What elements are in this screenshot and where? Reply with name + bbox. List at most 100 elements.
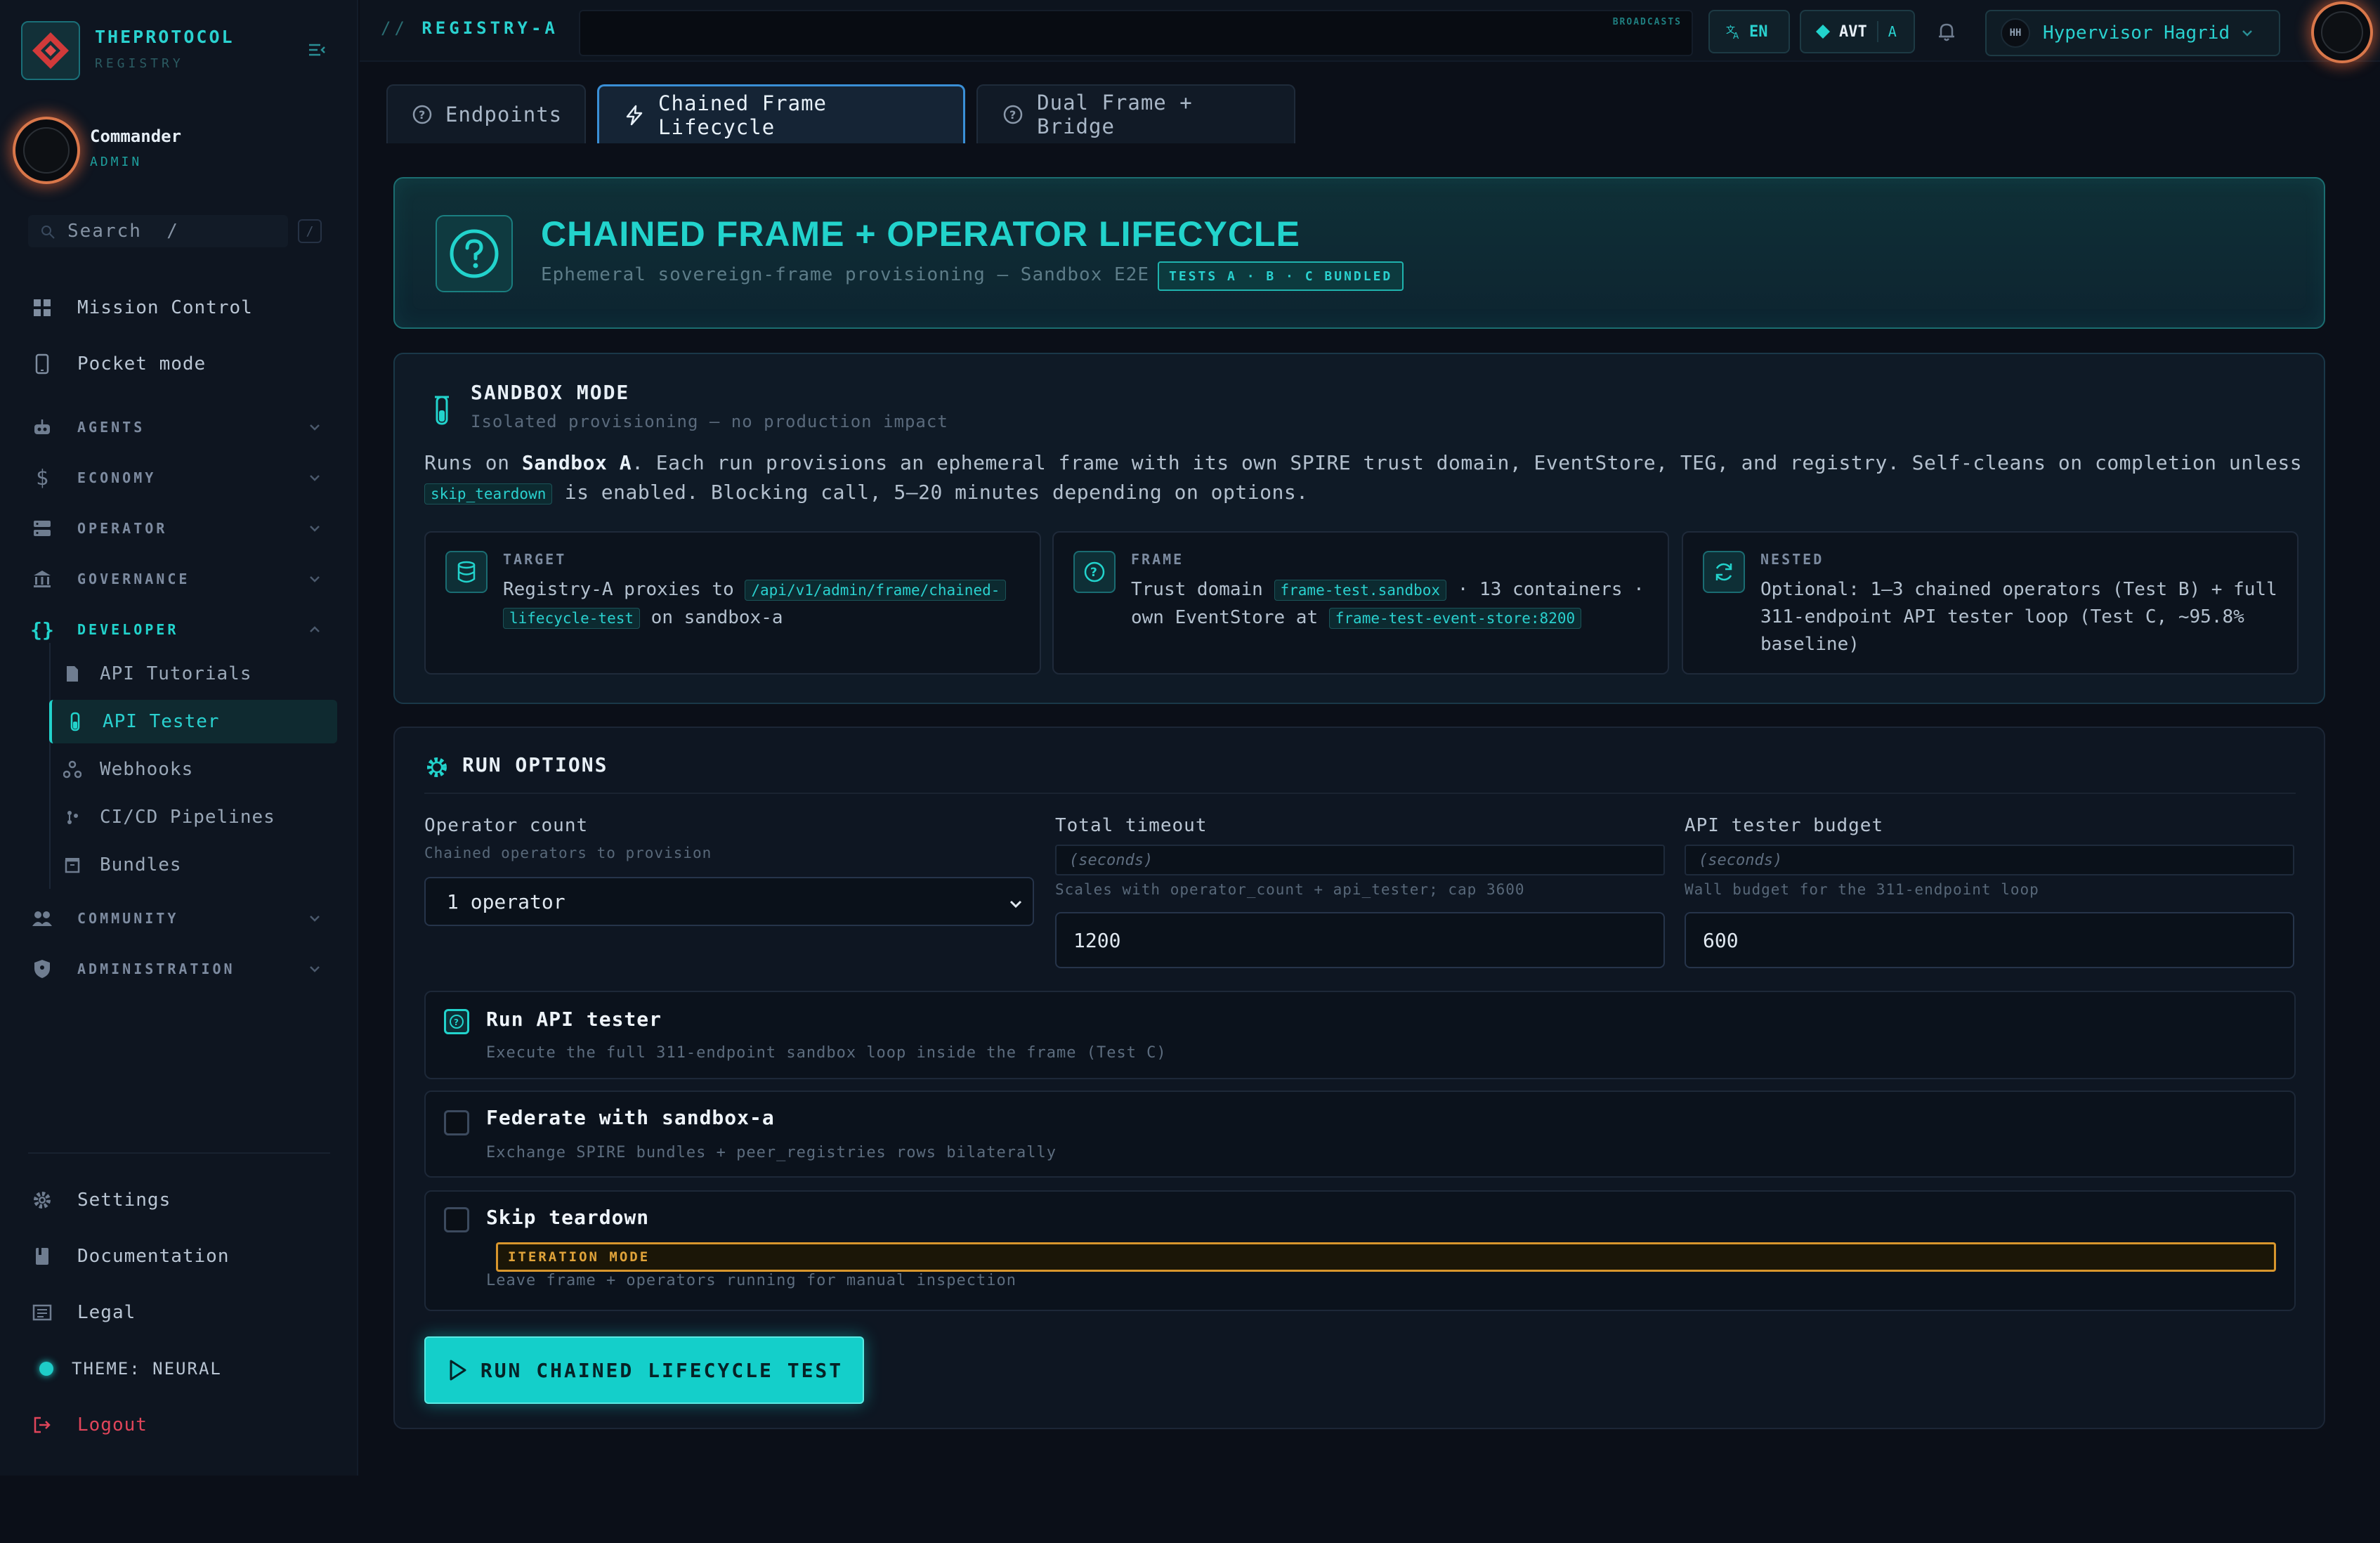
section-agents[interactable]: AGENTS bbox=[28, 410, 323, 445]
card-heading: NESTED bbox=[1760, 551, 1824, 568]
grid-icon bbox=[28, 294, 56, 322]
nav-api-tester[interactable]: API Tester bbox=[49, 700, 337, 743]
search-input[interactable] bbox=[67, 215, 278, 247]
brand-subtitle: REGISTRY bbox=[95, 56, 184, 71]
nav-label: Mission Control bbox=[77, 297, 253, 318]
svg-text:?: ? bbox=[1009, 108, 1016, 122]
refresh-icon bbox=[1703, 551, 1745, 593]
nav-label: Logout bbox=[77, 1414, 148, 1435]
brand-name: THEPROTOCOL bbox=[95, 27, 235, 47]
card-text: Optional: 1–3 chained operators (Test B)… bbox=[1760, 579, 2277, 655]
budget-label: API tester budget bbox=[1685, 815, 1884, 836]
currency-selector[interactable]: AVT A bbox=[1800, 10, 1915, 53]
section-label: OPERATOR bbox=[77, 520, 168, 537]
option-skip-teardown[interactable]: Skip teardown ITERATION MODE Leave frame… bbox=[424, 1190, 2296, 1311]
user-avatar[interactable] bbox=[13, 117, 80, 184]
section-label: COMMUNITY bbox=[77, 910, 179, 927]
dollar-icon: $ bbox=[35, 465, 49, 490]
collapse-sidebar-icon[interactable] bbox=[306, 39, 327, 60]
breadcrumb: // REGISTRY-A bbox=[381, 18, 558, 38]
option-run-api-tester[interactable]: ? Run API tester Execute the full 311-en… bbox=[424, 991, 2296, 1079]
tab-endpoints[interactable]: ? Endpoints bbox=[386, 84, 586, 143]
nav-bundles[interactable]: Bundles bbox=[49, 843, 337, 887]
section-administration[interactable]: ADMINISTRATION bbox=[28, 951, 323, 987]
braces-icon: {} bbox=[30, 618, 54, 642]
section-developer[interactable]: {} DEVELOPER bbox=[28, 612, 323, 647]
sidebar-divider bbox=[28, 1152, 330, 1154]
nav-webhooks[interactable]: Webhooks bbox=[49, 748, 337, 791]
option-title: Skip teardown bbox=[486, 1206, 650, 1229]
currency-sub-label: A bbox=[1888, 23, 1897, 40]
broadcasts-label: BROADCASTS bbox=[1612, 17, 1682, 27]
bell-icon[interactable] bbox=[1935, 20, 1959, 44]
theme-label: THEME: NEURAL bbox=[72, 1359, 222, 1379]
tab-chained-frame-lifecycle[interactable]: Chained Frame Lifecycle bbox=[597, 84, 965, 143]
operator-count-hint: Chained operators to provision bbox=[424, 845, 712, 861]
nav-pocket-mode[interactable]: Pocket mode bbox=[28, 343, 330, 385]
budget-input[interactable]: 600 bbox=[1685, 912, 2294, 968]
option-federate-sandbox[interactable]: Federate with sandbox-a Exchange SPIRE b… bbox=[424, 1090, 2296, 1178]
lightning-icon bbox=[623, 103, 646, 127]
nav-label: Documentation bbox=[77, 1246, 230, 1267]
diamond-icon bbox=[1816, 25, 1830, 39]
operator-count-select[interactable]: 1 operator bbox=[424, 877, 1034, 926]
nav-documentation[interactable]: Documentation bbox=[28, 1235, 330, 1277]
section-governance[interactable]: GOVERNANCE bbox=[28, 561, 323, 597]
user-menu-name: Hypervisor Hagrid bbox=[2043, 22, 2230, 44]
theme-toggle[interactable]: THEME: NEURAL bbox=[28, 1348, 330, 1390]
chevron-down-icon bbox=[310, 526, 320, 532]
section-community[interactable]: COMMUNITY bbox=[28, 901, 323, 936]
timeout-input[interactable]: 1200 bbox=[1055, 912, 1665, 968]
logout-button[interactable]: Logout bbox=[28, 1404, 330, 1446]
section-economy[interactable]: $ ECONOMY bbox=[28, 460, 323, 495]
language-label: EN bbox=[1749, 22, 1768, 41]
tab-dual-frame-bridge[interactable]: ? Dual Frame + Bridge bbox=[976, 84, 1295, 143]
user-menu[interactable]: HH Hypervisor Hagrid bbox=[1985, 10, 2280, 56]
logo[interactable] bbox=[21, 21, 80, 80]
search-shortcut-key: / bbox=[298, 219, 322, 243]
nav-cicd-pipelines[interactable]: CI/CD Pipelines bbox=[49, 795, 337, 839]
budget-unit-field[interactable]: (seconds) bbox=[1685, 845, 2294, 875]
nav-api-tutorials[interactable]: API Tutorials bbox=[49, 652, 337, 696]
nav-label: API Tester bbox=[103, 711, 220, 732]
sidebar: THEPROTOCOL REGISTRY Commander ADMIN / M… bbox=[0, 0, 358, 1476]
chevron-down-icon bbox=[310, 916, 320, 922]
nav-mission-control[interactable]: Mission Control bbox=[28, 287, 330, 329]
tab-label: Dual Frame + Bridge bbox=[1037, 91, 1193, 138]
shield-icon bbox=[28, 955, 56, 983]
tab-label: Chained Frame Lifecycle bbox=[658, 91, 828, 139]
card-heading: TARGET bbox=[503, 551, 567, 568]
checkbox-skip-teardown[interactable] bbox=[444, 1207, 469, 1232]
help-circle-icon: ? bbox=[1002, 103, 1024, 126]
budget-hint: Wall budget for the 311-endpoint loop bbox=[1685, 881, 2039, 898]
logout-icon bbox=[28, 1411, 56, 1439]
nav-label: Bundles bbox=[100, 854, 182, 875]
flask-icon bbox=[435, 396, 449, 425]
phone-icon bbox=[28, 350, 56, 378]
timeout-unit-field[interactable]: (seconds) bbox=[1055, 845, 1665, 875]
chevron-down-icon bbox=[310, 424, 320, 431]
user-role: ADMIN bbox=[90, 155, 143, 169]
option-description: Execute the full 311-endpoint sandbox lo… bbox=[486, 1044, 1167, 1062]
svg-text:A: A bbox=[1733, 31, 1739, 40]
tests-badge: TESTS A · B · C BUNDLED bbox=[1158, 261, 1404, 291]
run-chained-lifecycle-button[interactable]: RUN CHAINED LIFECYCLE TEST bbox=[424, 1336, 864, 1404]
language-selector[interactable]: 文A EN bbox=[1708, 10, 1790, 53]
help-circle-icon: ? bbox=[1073, 551, 1116, 593]
svg-text:?: ? bbox=[1090, 566, 1097, 580]
pipeline-icon bbox=[62, 807, 83, 828]
checkbox-federate-sandbox[interactable] bbox=[444, 1110, 469, 1135]
nav-settings[interactable]: Settings bbox=[28, 1179, 330, 1221]
chevron-down-icon bbox=[310, 576, 320, 582]
top-avatar[interactable] bbox=[2311, 1, 2373, 63]
gear-icon bbox=[28, 1186, 56, 1214]
play-icon bbox=[450, 1360, 466, 1381]
broadcast-ticker[interactable]: BROADCASTS bbox=[579, 10, 1693, 56]
nav-legal[interactable]: Legal bbox=[28, 1291, 330, 1334]
svg-text:?: ? bbox=[419, 108, 425, 122]
translate-icon: 文A bbox=[1726, 25, 1739, 40]
search-icon bbox=[41, 226, 55, 239]
section-operator[interactable]: OPERATOR bbox=[28, 511, 323, 546]
section-label: DEVELOPER bbox=[77, 621, 179, 638]
checkbox-run-api-tester[interactable]: ? bbox=[444, 1009, 469, 1034]
